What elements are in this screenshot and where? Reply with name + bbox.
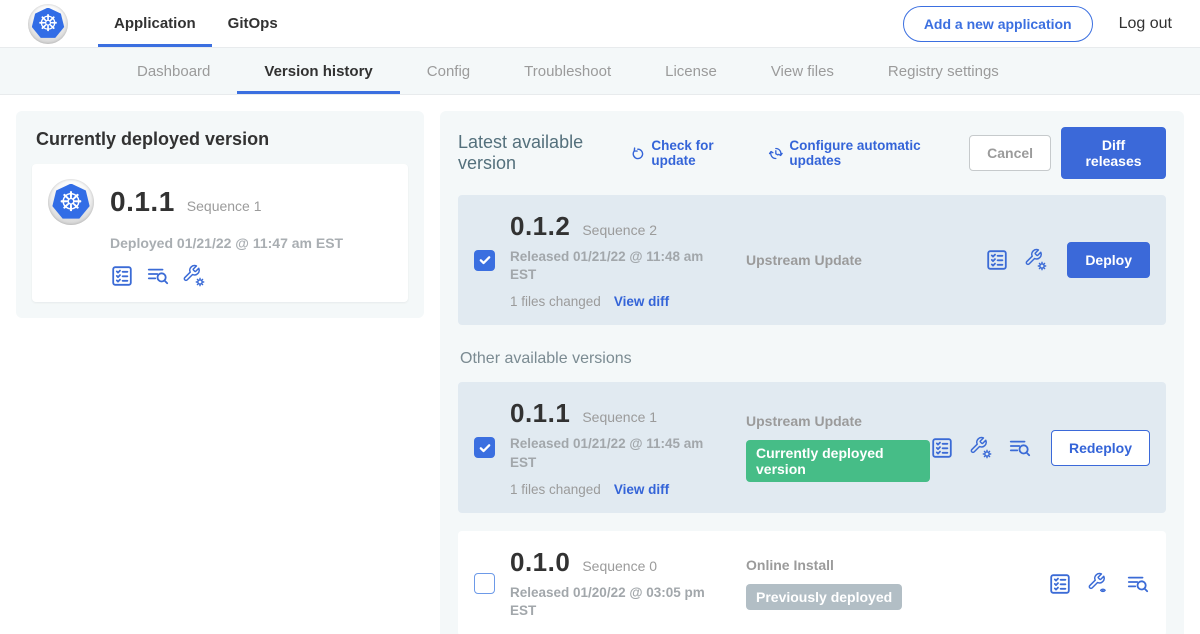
view-diff-link[interactable]: View diff <box>614 482 669 497</box>
sequence-label: Sequence 1 <box>582 409 657 425</box>
version-card-0-1-1: 0.1.1 Sequence 1 Released 01/21/22 @ 11:… <box>458 382 1166 512</box>
release-notes-checklist-icon[interactable] <box>1048 572 1072 596</box>
tab-gitops[interactable]: GitOps <box>212 0 294 47</box>
version-source-label: Online Install <box>746 557 1048 573</box>
deployed-version-line: 0.1.1 Sequence 1 <box>110 186 262 218</box>
files-changed-row: 1 files changed View diff <box>510 294 730 309</box>
deployed-version-number: 0.1.1 <box>110 186 175 218</box>
kubernetes-helm-icon: ☸ <box>52 184 90 221</box>
files-changed-label: 1 files changed <box>510 482 601 497</box>
check-for-update-label: Check for update <box>651 138 741 168</box>
view-diff-link[interactable]: View diff <box>614 294 669 309</box>
version-source-column: Upstream Update Currently deployed versi… <box>730 413 930 482</box>
version-card-0-1-0: 0.1.0 Sequence 0 Released 01/20/22 @ 03:… <box>458 531 1166 634</box>
version-checkbox[interactable] <box>474 250 495 271</box>
config-wrench-gear-icon[interactable] <box>182 264 206 288</box>
version-info-column: 0.1.1 Sequence 1 Released 01/21/22 @ 11:… <box>510 398 730 496</box>
version-info-column: 0.1.0 Sequence 0 Released 01/20/22 @ 03:… <box>510 547 730 620</box>
version-source-column: Upstream Update <box>730 252 985 268</box>
nav-spacer <box>294 0 903 47</box>
version-number: 0.1.2 <box>510 211 570 242</box>
release-notes-checklist-icon[interactable] <box>110 264 134 288</box>
version-checkbox[interactable] <box>474 437 495 458</box>
version-line: 0.1.2 Sequence 2 <box>510 211 730 242</box>
version-actions <box>1048 572 1150 596</box>
version-info-column: 0.1.2 Sequence 2 Released 01/21/22 @ 11:… <box>510 211 730 309</box>
kubernetes-logo-icon: ☸ <box>28 4 68 44</box>
cancel-button[interactable]: Cancel <box>969 135 1051 171</box>
version-actions: Redeploy <box>930 430 1150 466</box>
version-actions: Deploy <box>985 242 1150 278</box>
subnav-item-license[interactable]: License <box>638 48 744 94</box>
sequence-label: Sequence 2 <box>582 222 657 238</box>
deployed-action-icons <box>110 264 392 288</box>
check-for-update-link[interactable]: Check for update <box>630 138 742 168</box>
other-available-versions-label: Other available versions <box>460 350 1164 368</box>
diff-releases-button[interactable]: Diff releases <box>1061 127 1166 179</box>
top-nav-right: Add a new application Log out <box>903 0 1172 47</box>
released-timestamp: Released 01/20/22 @ 03:05 pm EST <box>510 584 722 620</box>
deployed-timestamp: Deployed 01/21/22 @ 11:47 am EST <box>110 235 392 251</box>
files-changed-row: 1 files changed View diff <box>510 482 730 497</box>
top-nav-tabs: Application GitOps <box>98 0 294 47</box>
version-source-label: Upstream Update <box>746 413 930 429</box>
deploy-logs-icon[interactable] <box>1126 572 1150 596</box>
sequence-label: Sequence 0 <box>582 558 657 574</box>
version-checkbox[interactable] <box>474 573 495 594</box>
checkmark-icon <box>478 253 492 267</box>
release-notes-checklist-icon[interactable] <box>930 436 954 460</box>
subnav-item-registry-settings[interactable]: Registry settings <box>861 48 1026 94</box>
admin-console-screen: ☸ Application GitOps Add a new applicati… <box>0 0 1200 634</box>
files-changed-label: 1 files changed <box>510 294 601 309</box>
logout-link[interactable]: Log out <box>1119 15 1172 33</box>
subnav-item-config[interactable]: Config <box>400 48 497 94</box>
app-logo: ☸ <box>28 0 68 47</box>
config-wrench-eye-icon[interactable] <box>1087 572 1111 596</box>
subnav-item-version-history[interactable]: Version history <box>237 48 399 94</box>
subnav-item-dashboard[interactable]: Dashboard <box>110 48 237 94</box>
main-content: Currently deployed version ☸ 0.1.1 Seque… <box>0 95 1200 634</box>
redeploy-button[interactable]: Redeploy <box>1051 430 1150 466</box>
version-line: 0.1.0 Sequence 0 <box>510 547 730 578</box>
kubernetes-logo-icon: ☸ <box>48 179 94 225</box>
deploy-logs-icon[interactable] <box>146 264 170 288</box>
configure-automatic-updates-label: Configure automatic updates <box>789 138 943 168</box>
deploy-logs-icon[interactable] <box>1008 436 1032 460</box>
deployed-version-row: ☸ 0.1.1 Sequence 1 <box>48 179 392 225</box>
clock-refresh-icon <box>768 144 784 163</box>
configure-automatic-updates-link[interactable]: Configure automatic updates <box>768 138 943 168</box>
version-number: 0.1.0 <box>510 547 570 578</box>
released-timestamp: Released 01/21/22 @ 11:45 am EST <box>510 435 722 471</box>
deployed-sequence-label: Sequence 1 <box>187 198 262 214</box>
tab-application[interactable]: Application <box>98 0 212 47</box>
released-timestamp: Released 01/21/22 @ 11:48 am EST <box>510 248 722 284</box>
version-source-column: Online Install Previously deployed <box>730 557 1048 610</box>
subnav-item-view-files[interactable]: View files <box>744 48 861 94</box>
refresh-icon <box>630 144 646 163</box>
version-number: 0.1.1 <box>510 398 570 429</box>
deployed-version-card: ☸ 0.1.1 Sequence 1 Deployed 01/21/22 @ 1… <box>32 164 408 302</box>
previously-deployed-badge: Previously deployed <box>746 584 902 610</box>
version-line: 0.1.1 Sequence 1 <box>510 398 730 429</box>
config-wrench-gear-icon[interactable] <box>1024 248 1048 272</box>
release-notes-checklist-icon[interactable] <box>985 248 1009 272</box>
app-sub-nav: Dashboard Version history Config Trouble… <box>0 48 1200 95</box>
currently-deployed-badge: Currently deployed version <box>746 440 930 482</box>
checkmark-icon <box>478 441 492 455</box>
kubernetes-helm-icon: ☸ <box>32 8 65 40</box>
config-wrench-gear-icon[interactable] <box>969 436 993 460</box>
top-nav: ☸ Application GitOps Add a new applicati… <box>0 0 1200 48</box>
subnav-item-troubleshoot[interactable]: Troubleshoot <box>497 48 638 94</box>
available-versions-header: Latest available version Check for updat… <box>458 127 1166 179</box>
version-source-label: Upstream Update <box>746 252 985 268</box>
version-card-0-1-2: 0.1.2 Sequence 2 Released 01/21/22 @ 11:… <box>458 195 1166 325</box>
currently-deployed-panel: Currently deployed version ☸ 0.1.1 Seque… <box>16 111 424 318</box>
currently-deployed-title: Currently deployed version <box>36 129 404 150</box>
available-versions-panel: Latest available version Check for updat… <box>440 111 1184 634</box>
add-new-application-button[interactable]: Add a new application <box>903 6 1093 42</box>
deploy-button[interactable]: Deploy <box>1067 242 1150 278</box>
latest-available-title: Latest available version <box>458 132 614 174</box>
